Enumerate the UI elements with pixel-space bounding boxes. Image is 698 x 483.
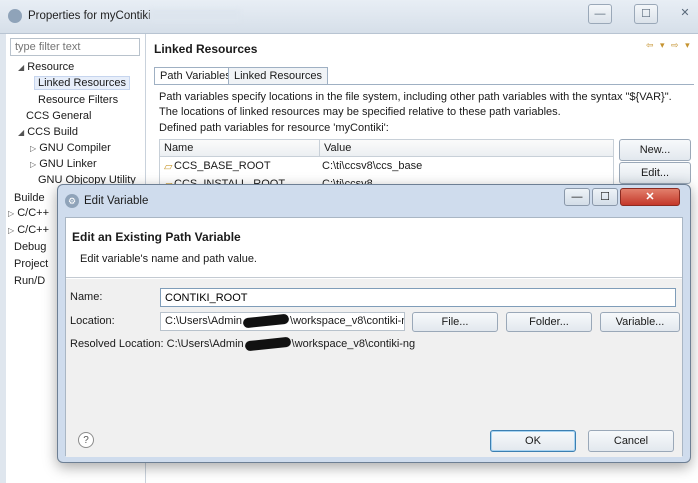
tree-item-ccs-build[interactable]: ◢ CCS Build <box>18 126 78 138</box>
blurred-title-suffix <box>150 10 240 22</box>
row-value: C:\ti\ccsv8\ccs_base <box>322 160 423 172</box>
tree-item-builders[interactable]: Builde <box>14 192 45 204</box>
redaction-mark <box>242 313 290 329</box>
tree-item-ccs-general[interactable]: CCS General <box>26 110 91 122</box>
description-line-2: The locations of linked resources may be… <box>159 106 561 118</box>
close-icon[interactable]: ✕ <box>674 4 696 24</box>
nav-arrows-icon[interactable]: ⇦ ▾ ⇨ ▾ <box>646 40 692 51</box>
redaction-mark <box>244 336 292 352</box>
description-line-3: Defined path variables for resource 'myC… <box>159 122 389 134</box>
new-button[interactable]: New... <box>619 139 691 161</box>
tree-label: GNU Linker <box>39 158 97 170</box>
tree-item-resource[interactable]: ◢ Resource <box>18 61 74 73</box>
location-label: Location: <box>70 315 115 327</box>
location-field[interactable]: C:\Users\Admin \workspace_v8\contiki-ng <box>160 312 405 331</box>
tree-label: CCS Build <box>27 126 78 138</box>
tree-item-linked-resources[interactable]: Linked Resources <box>34 76 131 90</box>
collapsed-triangle-icon: ▷ <box>30 160 37 169</box>
tree-label: C/C++ <box>17 224 50 236</box>
tree-item-project[interactable]: Project <box>14 258 48 270</box>
collapsed-triangle-icon: ▷ <box>8 226 15 235</box>
maximize-button[interactable]: ☐ <box>592 188 618 206</box>
name-label: Name: <box>70 291 103 303</box>
expand-triangle-icon: ◢ <box>18 63 25 72</box>
resolved-label: Resolved Location: <box>70 338 164 350</box>
tree-label: C/C++ <box>17 207 50 219</box>
maximize-button[interactable]: ☐ <box>634 4 658 24</box>
location-prefix: C:\Users\Admin <box>165 315 243 327</box>
dialog-title: Edit Variable <box>84 195 149 207</box>
gear-icon: ⚙ <box>65 194 79 208</box>
window-title: Properties for myContiki <box>28 10 151 22</box>
page-title: Linked Resources <box>154 42 258 56</box>
edit-button[interactable]: Edit... <box>619 162 691 184</box>
tree-item-run[interactable]: Run/D <box>14 275 45 287</box>
minimize-button[interactable]: — <box>588 4 612 24</box>
tree-item-gnu-compiler[interactable]: ▷ GNU Compiler <box>30 142 111 154</box>
tree-label: GNU Compiler <box>39 142 111 154</box>
filter-input[interactable] <box>10 38 140 56</box>
name-field[interactable] <box>160 288 676 307</box>
cancel-button[interactable]: Cancel <box>588 430 674 452</box>
file-button[interactable]: File... <box>412 312 498 332</box>
folder-button[interactable]: Folder... <box>506 312 592 332</box>
collapsed-triangle-icon: ▷ <box>30 144 37 153</box>
resolved-location: Resolved Location: C:\Users\Admin \worksp… <box>70 336 416 352</box>
collapsed-triangle-icon: ▷ <box>8 209 15 218</box>
dialog-form: Name: Location: C:\Users\Admin \workspace… <box>66 279 682 457</box>
resolved-prefix: C:\Users\Admin <box>166 338 244 350</box>
description-line-1: Path variables specify locations in the … <box>159 91 672 103</box>
tree-item-gnu-linker[interactable]: ▷ GNU Linker <box>30 158 97 170</box>
column-header-name[interactable]: Name <box>160 140 320 157</box>
help-icon[interactable]: ? <box>78 432 94 448</box>
folder-icon: ▱ <box>164 161 173 173</box>
resolved-suffix: \workspace_v8\contiki-ng <box>291 338 416 350</box>
dialog-titlebar[interactable]: ⚙ Edit Variable — ☐ ✕ <box>58 185 690 217</box>
tab-divider <box>154 84 694 85</box>
dialog-banner: Edit an Existing Path Variable Edit vari… <box>66 218 682 278</box>
close-button[interactable]: ✕ <box>620 188 680 206</box>
ok-button[interactable]: OK <box>490 430 576 452</box>
tree-item-cpp-1[interactable]: ▷ C/C++ <box>8 207 49 219</box>
dialog-body: Edit an Existing Path Variable Edit vari… <box>65 217 683 457</box>
location-suffix: \workspace_v8\contiki-ng <box>290 315 405 327</box>
tree-item-resource-filters[interactable]: Resource Filters <box>38 94 118 106</box>
tab-linked-resources[interactable]: Linked Resources <box>228 67 329 85</box>
properties-titlebar: Properties for myContiki — ☐ ✕ <box>0 0 698 34</box>
minimize-button[interactable]: — <box>564 188 590 206</box>
expand-triangle-icon: ◢ <box>18 128 25 137</box>
dialog-subtitle: Edit variable's name and path value. <box>80 253 257 265</box>
tree-item-cpp-2[interactable]: ▷ C/C++ <box>8 224 49 236</box>
dialog-heading: Edit an Existing Path Variable <box>72 230 241 244</box>
tab-path-variables[interactable]: Path Variables <box>154 67 237 85</box>
tree-label: Resource <box>27 61 75 73</box>
variable-button[interactable]: Variable... <box>600 312 680 332</box>
row-name: CCS_BASE_ROOT <box>174 160 271 172</box>
tree-item-debug[interactable]: Debug <box>14 241 46 253</box>
table-row[interactable]: ▱ CCS_BASE_ROOT C:\ti\ccsv8\ccs_base <box>160 158 613 175</box>
gear-icon <box>8 9 22 23</box>
column-header-value[interactable]: Value <box>320 140 613 157</box>
edit-variable-dialog: ⚙ Edit Variable — ☐ ✕ Edit an Existing P… <box>57 184 691 463</box>
